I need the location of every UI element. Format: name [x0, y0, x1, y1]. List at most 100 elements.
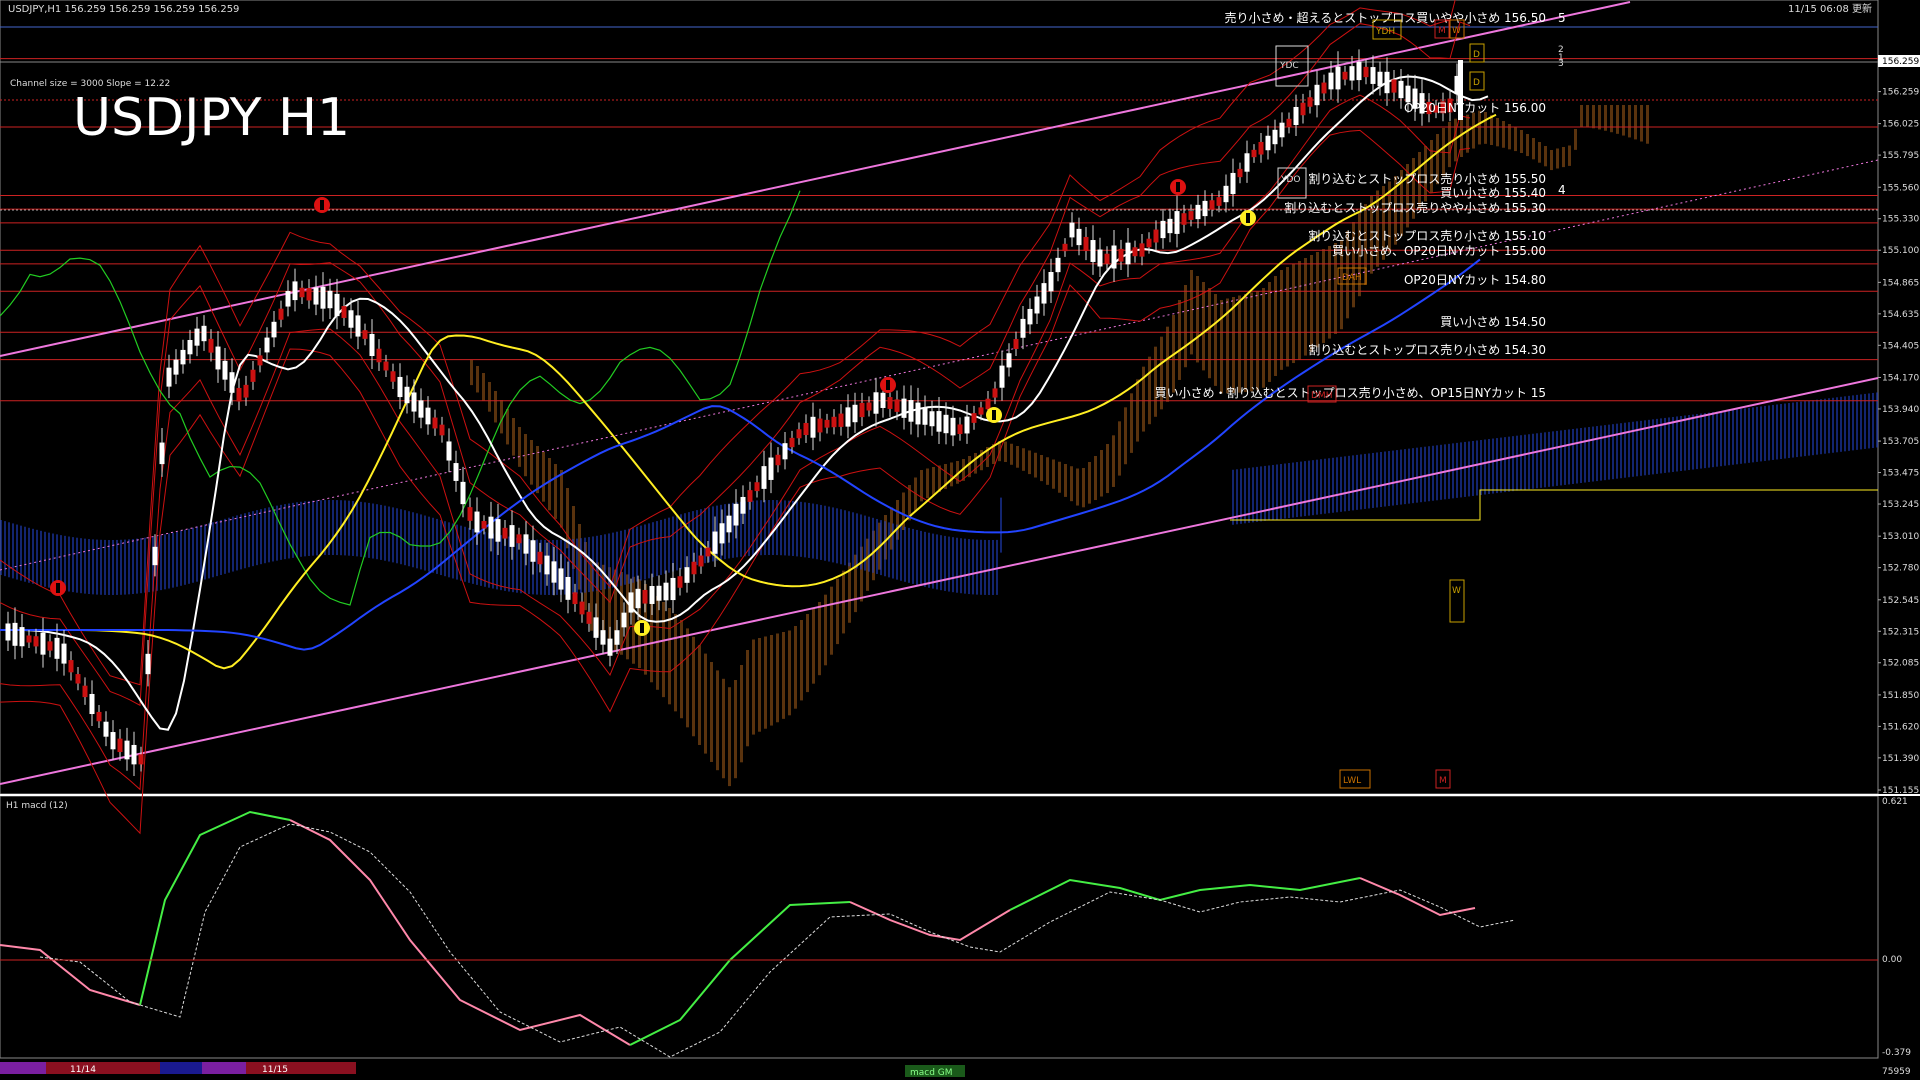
price-tick-label: 153.705 [1882, 437, 1919, 447]
candle-body [1300, 102, 1306, 116]
cloud-bar [1568, 145, 1571, 166]
price-tick-label: 155.100 [1882, 246, 1919, 256]
cloud-bar-blue [1480, 440, 1482, 495]
candle-body [215, 346, 221, 370]
candle-body [425, 407, 431, 425]
annotation-156-50-suffix: 5 [1558, 11, 1566, 25]
cloud-bar [632, 576, 635, 664]
cloud-bar [1490, 115, 1493, 146]
cloud-bar [1124, 407, 1127, 465]
cloud-bar [476, 366, 479, 393]
candle-body [852, 404, 858, 423]
cloud-bar-blue [1560, 430, 1562, 486]
cloud-bar-blue [180, 530, 182, 586]
cloud-bar-blue [1584, 427, 1586, 483]
cloud-bar [830, 586, 833, 655]
cloud-bar [548, 458, 551, 511]
candle-body [26, 635, 32, 643]
candle-body [159, 442, 165, 465]
cloud-bar-blue [988, 539, 990, 595]
cloud-bar [1646, 105, 1649, 144]
cloud-bar-blue [1336, 457, 1338, 513]
cloud-bar-blue [1372, 452, 1374, 508]
candle-body [999, 365, 1005, 388]
macd-top-value: 0.621 [1882, 797, 1908, 807]
candle-body [719, 523, 725, 544]
candle-body [726, 515, 732, 533]
cloud-bar [728, 687, 731, 787]
cloud-bar-blue [1484, 439, 1486, 495]
candle-body [1202, 200, 1208, 217]
cloud-bar [1244, 294, 1247, 393]
cloud-bar-blue [660, 519, 662, 575]
cloud-bar-blue [272, 506, 274, 562]
candle-body [1279, 122, 1285, 138]
cloud-bar-blue [948, 536, 950, 592]
cloud-bar-blue [1844, 396, 1846, 452]
cloud-bar-blue [260, 509, 262, 565]
candle-body [257, 355, 263, 366]
cloud-bar-blue [1548, 431, 1550, 487]
cloud-bar [1052, 459, 1055, 489]
cloud-bar-blue [1712, 412, 1714, 468]
candle-body [12, 622, 18, 646]
cloud-bar-blue [940, 535, 942, 591]
candle-body [495, 519, 501, 542]
cloud-bar [668, 608, 671, 705]
candle-body [47, 641, 53, 651]
chart-window[interactable]: USDJPY,H1 156.259 156.259 156.259 156.25… [0, 0, 1920, 1080]
cloud-bar [1022, 448, 1025, 471]
cloud-bar-blue [756, 500, 758, 556]
candle-body [1398, 80, 1404, 99]
cloud-bar-blue [1348, 455, 1350, 511]
cloud-bar [1526, 134, 1529, 157]
cloud-bar-blue [1776, 404, 1778, 460]
cloud-bar-blue [200, 525, 202, 581]
cloud-bar [1220, 300, 1223, 394]
time-axis[interactable]: 11/14 11/15 macd GM 75959 [0, 1062, 1911, 1078]
candle-body [1230, 172, 1236, 195]
cloud-bar [1466, 114, 1469, 153]
cloud-bar-blue [1832, 397, 1834, 453]
cloud-bar-blue [288, 503, 290, 559]
cloud-bar-blue [572, 539, 574, 595]
cloud-bar [1088, 462, 1091, 504]
cloud-bar-blue [884, 521, 886, 577]
candle-body [1244, 153, 1250, 172]
cloud-bar-blue [344, 500, 346, 556]
cloud-bar-blue [64, 535, 66, 591]
cloud-bar-blue [636, 526, 638, 582]
cloud-bar-blue [896, 524, 898, 580]
cloud-bar-blue [1680, 416, 1682, 471]
candle-body [411, 392, 417, 412]
session-bar-1 [0, 1062, 46, 1074]
level-lines [0, 26, 1878, 402]
cloud-bar-blue [20, 525, 22, 581]
chart-big-title: USDJPY H1 [73, 88, 350, 148]
candle-body [1356, 61, 1362, 81]
cloud-bar-blue [220, 519, 222, 575]
cloud-bar-blue [1568, 429, 1570, 485]
cloud-bar-blue [1424, 446, 1426, 502]
cloud-bar-blue [944, 535, 946, 591]
candle-body [362, 330, 368, 339]
candle-body [1104, 253, 1110, 264]
cloud-bar [1082, 468, 1085, 508]
candle-body [817, 418, 823, 433]
cloud-bar-blue [1496, 438, 1498, 494]
macd-title: H1 macd (12) [6, 801, 68, 811]
cloud-bar [512, 418, 515, 456]
candle-body [1251, 149, 1257, 158]
cloud-bar-blue [1864, 393, 1866, 449]
cloud-bar-blue [252, 511, 254, 567]
cloud-bar-blue [176, 531, 178, 587]
cloud-bar-blue [1656, 418, 1658, 474]
candle-body [1048, 271, 1054, 292]
price-axis[interactable]: 156.490156.259156.025155.795155.560155.3… [1878, 56, 1919, 796]
cloud-bar [1106, 444, 1109, 494]
candle-body [271, 321, 277, 338]
cloud-bar-blue [428, 516, 430, 572]
candle-body [1153, 229, 1159, 243]
cloud-bar-blue [992, 539, 994, 595]
candle-body [1314, 84, 1320, 106]
